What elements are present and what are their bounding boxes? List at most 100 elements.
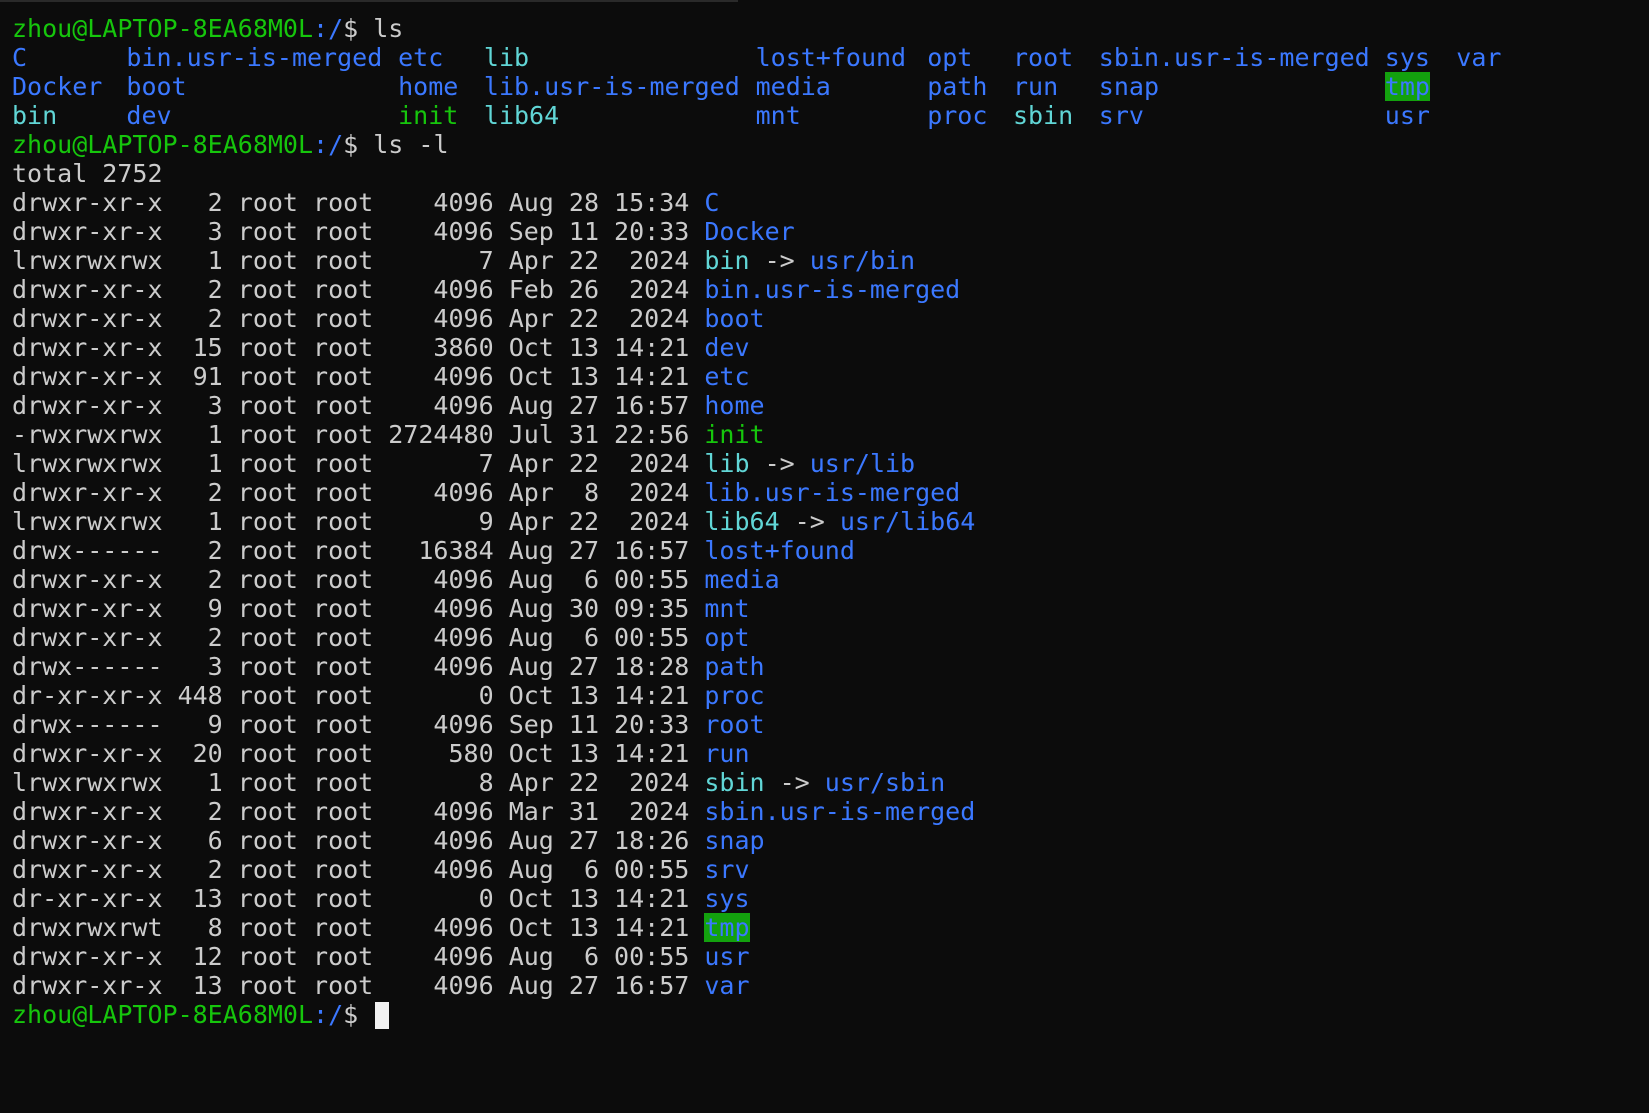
ls-output-row: Docker boot home lib.usr-is-merged media path… [12, 72, 1649, 101]
terminal-output[interactable]: zhou@LAPTOP-8EA68M0L:/$ ls Cbin.usr-is-m… [12, 14, 1649, 1113]
file-name: srv [704, 855, 750, 884]
ls-entry-sbin: sbin [1013, 101, 1074, 130]
file-name: root [704, 710, 765, 739]
command-text: ls [373, 14, 404, 43]
file-metadata: drwxr-xr-x 2 root root 4096 Apr 8 2024 [12, 478, 705, 507]
file-metadata: drwxr-xr-x 2 root root 4096 Aug 6 00:55 [12, 565, 705, 594]
file-metadata: drwxr-xr-x 2 root root 4096 Aug 28 15:34 [12, 188, 705, 217]
file-metadata: drwxr-xr-x 2 root root 4096 Apr 22 2024 [12, 304, 705, 333]
ls-long-row: lrwxrwxrwx 1 root root 7 Apr 22 2024 bin… [12, 246, 1649, 275]
file-metadata: drwxr-xr-x 9 root root 4096 Aug 30 09:35 [12, 594, 705, 623]
symlink-target: usr/lib [809, 449, 916, 478]
file-name: lib.usr-is-merged [704, 478, 961, 507]
file-metadata: drwx------ 3 root root 4096 Aug 27 18:28 [12, 652, 705, 681]
ls-entry-media: media [755, 72, 831, 101]
ls-long-row: drwxr-xr-x 20 root root 580 Oct 13 14:21… [12, 739, 1649, 768]
ls-long-row: drwx------ 9 root root 4096 Sep 11 20:33… [12, 710, 1649, 739]
file-metadata: -rwxrwxrwx 1 root root 2724480 Jul 31 22… [12, 420, 705, 449]
file-name: lib64 [704, 507, 780, 536]
prompt-path: :/ [313, 1000, 344, 1029]
ls-long-row: drwxr-xr-x 6 root root 4096 Aug 27 18:26… [12, 826, 1649, 855]
ls-entry-snap: snap [1098, 72, 1160, 101]
ls-long-row: drwxr-xr-x 2 root root 4096 Feb 26 2024 … [12, 275, 1649, 304]
file-metadata: drwxr-xr-x 3 root root 4096 Sep 11 20:33 [12, 217, 705, 246]
ls-long-row: drwxr-xr-x 2 root root 4096 Apr 22 2024 … [12, 304, 1649, 333]
ls-entry-bin-usr-is-merged: bin.usr-is-merged [126, 43, 383, 72]
file-name: boot [704, 304, 765, 333]
file-metadata: drwxr-xr-x 2 root root 4096 Aug 6 00:55 [12, 623, 705, 652]
file-name: bin.usr-is-merged [704, 275, 961, 304]
ls-entry-dev: dev [126, 101, 172, 130]
ls-entry-path: path [927, 72, 988, 101]
prompt-line: zhou@LAPTOP-8EA68M0L:/$ ls -l [12, 130, 1649, 159]
prompt-user-host: zhou@LAPTOP-8EA68M0L [12, 1000, 314, 1029]
ls-long-row: -rwxrwxrwx 1 root root 2724480 Jul 31 22… [12, 420, 1649, 449]
ls-entry-bin: bin [12, 101, 58, 130]
file-name: home [704, 391, 765, 420]
ls-entry-mnt: mnt [755, 101, 801, 130]
ls-long-row: drwxr-xr-x 2 root root 4096 Aug 6 00:55 … [12, 565, 1649, 594]
prompt-symbol: $ [343, 1000, 374, 1029]
text-cursor[interactable] [375, 1002, 390, 1029]
prompt-symbol: $ [343, 14, 374, 43]
ls-entry-opt: opt [927, 43, 973, 72]
symlink-arrow: -> [779, 507, 840, 536]
ls-long-row: drwxr-xr-x 2 root root 4096 Apr 8 2024 l… [12, 478, 1649, 507]
ls-entry-lib: lib [483, 43, 530, 72]
ls-long-row: drwx------ 3 root root 4096 Aug 27 18:28… [12, 652, 1649, 681]
ls-long-row: lrwxrwxrwx 1 root root 7 Apr 22 2024 lib… [12, 449, 1649, 478]
symlink-target: usr/bin [809, 246, 916, 275]
file-metadata: drwx------ 2 root root 16384 Aug 27 16:5… [12, 536, 705, 565]
ls-total-line: total 2752 [12, 159, 163, 188]
file-name: mnt [704, 594, 750, 623]
file-metadata: dr-xr-xr-x 13 root root 0 Oct 13 14:21 [12, 884, 705, 913]
file-name: var [704, 971, 750, 1000]
file-metadata: drwxr-xr-x 3 root root 4096 Aug 27 16:57 [12, 391, 705, 420]
ls-long-row: drwxrwxrwt 8 root root 4096 Oct 13 14:21… [12, 913, 1649, 942]
file-metadata: dr-xr-xr-x 448 root root 0 Oct 13 14:21 [12, 681, 705, 710]
file-metadata: lrwxrwxrwx 1 root root 9 Apr 22 2024 [12, 507, 705, 536]
file-name: sbin.usr-is-merged [704, 797, 976, 826]
prompt-symbol: $ [343, 130, 374, 159]
file-metadata: drwxr-xr-x 13 root root 4096 Aug 27 16:5… [12, 971, 705, 1000]
ls-entry-init: init [398, 101, 459, 130]
file-name: sbin [704, 768, 765, 797]
file-name: init [704, 420, 765, 449]
file-metadata: drwx------ 9 root root 4096 Sep 11 20:33 [12, 710, 705, 739]
ls-entry-run: run [1013, 72, 1059, 101]
file-name: lib [704, 449, 750, 478]
prompt-path: :/ [313, 14, 344, 43]
file-name: opt [704, 623, 750, 652]
ls-entry-usr: usr [1384, 101, 1430, 130]
symlink-arrow: -> [749, 246, 810, 275]
file-name: lost+found [704, 536, 855, 565]
ls-entry-home: home [398, 72, 459, 101]
prompt-line: zhou@LAPTOP-8EA68M0L:/$ [12, 1000, 1649, 1029]
ls-entry-lib64: lib64 [483, 101, 560, 130]
file-name: snap [704, 826, 765, 855]
file-metadata: drwxr-xr-x 2 root root 4096 Aug 6 00:55 [12, 855, 705, 884]
ls-long-row: lrwxrwxrwx 1 root root 9 Apr 22 2024 lib… [12, 507, 1649, 536]
symlink-arrow: -> [764, 768, 825, 797]
ls-long-row: drwxr-xr-x 2 root root 4096 Aug 28 15:34… [12, 188, 1649, 217]
ls-entry-sys: sys [1384, 43, 1430, 72]
prompt-line: zhou@LAPTOP-8EA68M0L:/$ ls [12, 14, 1649, 43]
ls-long-listing: drwxr-xr-x 2 root root 4096 Aug 28 15:34… [12, 188, 1649, 1000]
ls-entry-boot: boot [126, 72, 187, 101]
file-name: proc [704, 681, 765, 710]
prompt-user-host: zhou@LAPTOP-8EA68M0L [12, 130, 314, 159]
file-metadata: lrwxrwxrwx 1 root root 8 Apr 22 2024 [12, 768, 705, 797]
file-name: Docker [704, 217, 795, 246]
ls-long-row: dr-xr-xr-x 13 root root 0 Oct 13 14:21 s… [12, 884, 1649, 913]
symlink-arrow: -> [749, 449, 810, 478]
file-name: bin [704, 246, 750, 275]
ls-entry-srv: srv [1098, 101, 1144, 130]
file-name: path [704, 652, 765, 681]
ls-entry-etc: etc [398, 43, 444, 72]
prompt-user-host: zhou@LAPTOP-8EA68M0L [12, 14, 314, 43]
window-top-edge [0, 0, 738, 2]
ls-long-row: drwx------ 2 root root 16384 Aug 27 16:5… [12, 536, 1649, 565]
ls-entry-proc: proc [927, 101, 988, 130]
file-metadata: lrwxrwxrwx 1 root root 7 Apr 22 2024 [12, 449, 705, 478]
ls-long-row: drwxr-xr-x 15 root root 3860 Oct 13 14:2… [12, 333, 1649, 362]
